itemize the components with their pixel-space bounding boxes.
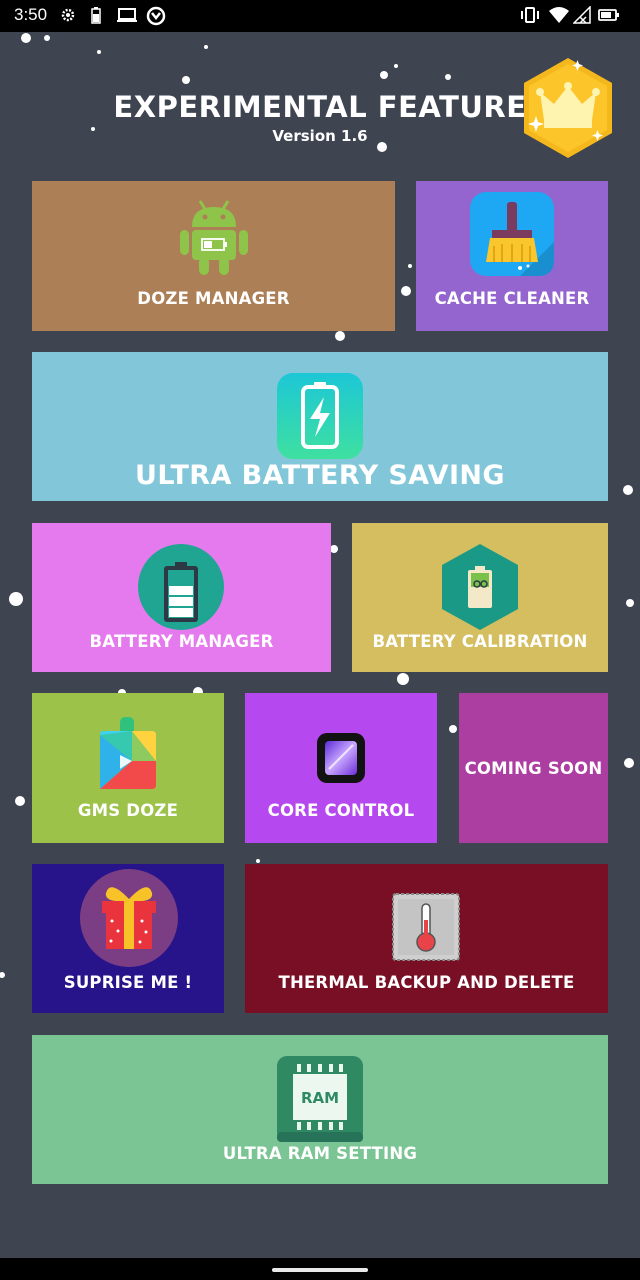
- vibrate-icon: [521, 7, 539, 23]
- wifi-icon: [549, 7, 569, 23]
- core-control-label: CORE CONTROL: [267, 801, 415, 820]
- coming-soon-tile[interactable]: COMING SOON: [459, 693, 608, 843]
- cpu-chip-icon: [317, 733, 365, 783]
- battery-manager-tile[interactable]: BATTERY MANAGER: [32, 523, 331, 672]
- core-control-tile[interactable]: CORE CONTROL: [245, 693, 437, 843]
- status-bar: 3:50: [0, 0, 640, 32]
- ultra-battery-saving-tile[interactable]: ULTRA BATTERY SAVING: [32, 352, 608, 501]
- suprise-me-label: SUPRISE ME !: [63, 973, 193, 992]
- version-label: Version 1.6: [272, 127, 368, 145]
- battery-icon: [598, 9, 619, 21]
- thermal-backup-tile[interactable]: THERMAL BACKUP AND DELETE: [245, 864, 608, 1013]
- suprise-me-tile[interactable]: SUPRISE ME !: [32, 864, 224, 1013]
- battery-notification-icon: [91, 7, 101, 24]
- battery-charging-icon: [277, 373, 363, 459]
- gms-doze-tile[interactable]: GMS DOZE: [32, 693, 224, 843]
- settings-notification-icon: [61, 8, 75, 22]
- google-play-icon: [100, 717, 156, 789]
- blocked-notification-icon: [146, 6, 166, 26]
- status-time: 3:50: [14, 5, 48, 24]
- cache-cleaner-tile[interactable]: CACHE CLEANER: [416, 181, 608, 331]
- premium-crown-icon[interactable]: [520, 56, 616, 160]
- ram-chip-icon: RAM: [277, 1056, 363, 1142]
- cache-cleaner-label: CACHE CLEANER: [434, 289, 590, 308]
- gms-doze-label: GMS DOZE: [77, 801, 179, 820]
- ultra-ram-setting-label: ULTRA RAM SETTING: [222, 1144, 418, 1163]
- navigation-bar: [0, 1258, 640, 1280]
- ram-icon-text: RAM: [301, 1089, 339, 1107]
- page-title: EXPERIMENTAL FEATURE: [113, 90, 527, 124]
- battery-calibration-tile[interactable]: BATTERY CALIBRATION: [352, 523, 608, 672]
- thermometer-icon: [392, 893, 460, 961]
- ultra-ram-setting-tile[interactable]: RAM ULTRA RAM SETTING: [32, 1035, 608, 1184]
- android-battery-icon: [180, 200, 248, 275]
- doze-manager-tile[interactable]: DOZE MANAGER: [32, 181, 395, 331]
- battery-manager-label: BATTERY MANAGER: [89, 632, 274, 651]
- ultra-battery-saving-label: ULTRA BATTERY SAVING: [135, 460, 505, 491]
- coming-soon-label: COMING SOON: [464, 759, 603, 778]
- thermal-backup-label: THERMAL BACKUP AND DELETE: [278, 973, 575, 992]
- gift-box-icon: [80, 869, 178, 967]
- battery-calibration-icon: [442, 544, 518, 630]
- signal-icon: [573, 6, 591, 24]
- battery-level-icon: [138, 544, 224, 630]
- broom-icon: [470, 192, 554, 276]
- doze-manager-label: DOZE MANAGER: [137, 289, 290, 308]
- laptop-notification-icon: [117, 8, 137, 22]
- battery-calibration-label: BATTERY CALIBRATION: [372, 632, 588, 651]
- home-gesture-handle[interactable]: [272, 1268, 368, 1272]
